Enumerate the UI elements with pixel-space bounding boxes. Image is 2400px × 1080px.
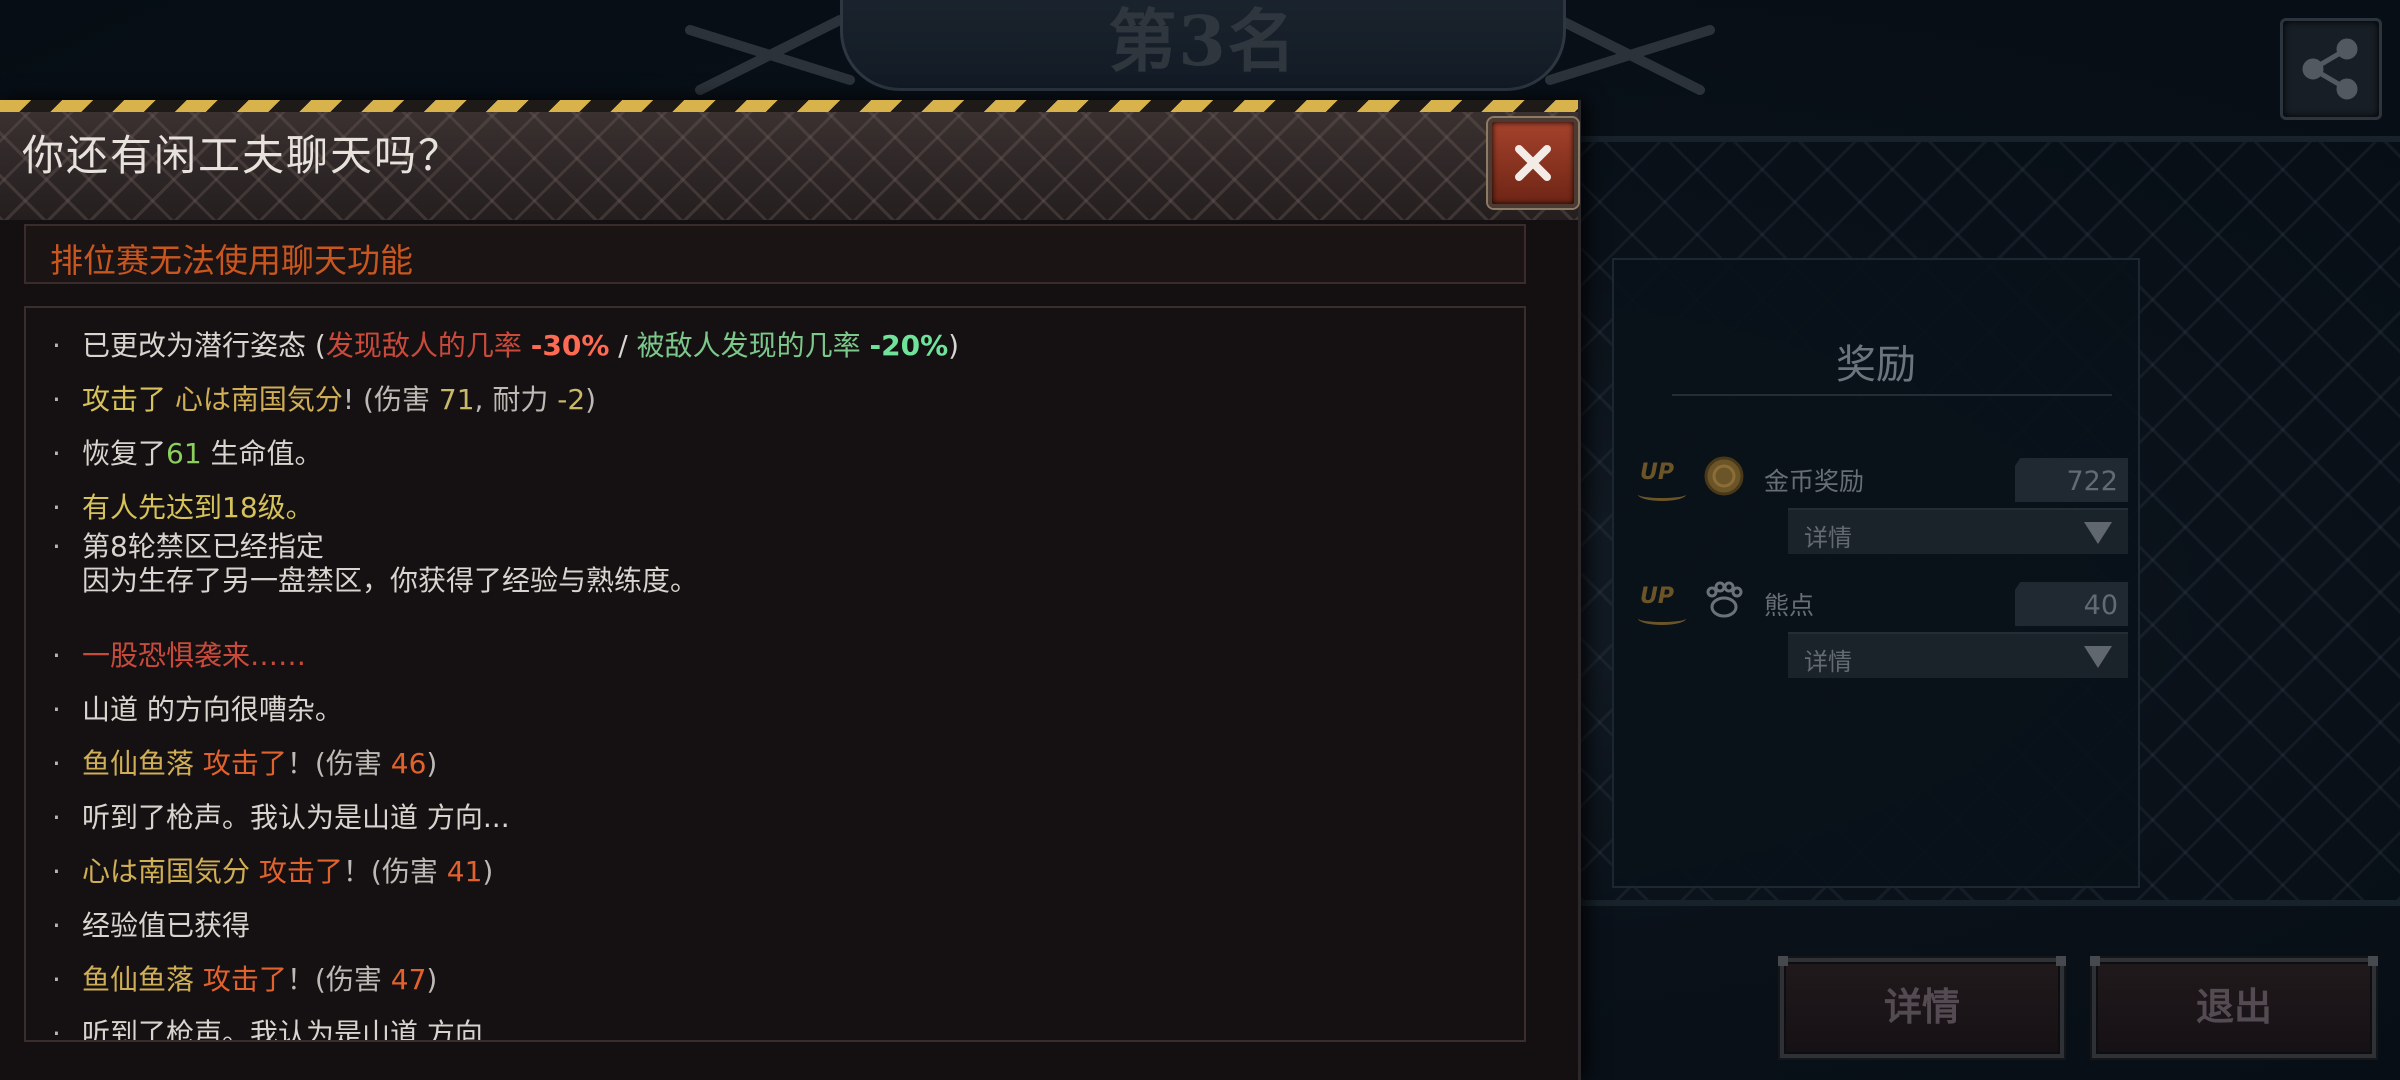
log-line: · 心は南国気分 攻击了！(伤害 41) [52,850,493,890]
log-segment: 因为生存了另一盘禁区，你获得了经验与熟练度。 [82,564,699,597]
log-segment: 71 [438,383,475,416]
bullet: · [52,963,61,996]
battle-log[interactable]: · 已更改为潜行姿态 (发现敌人的几率 -30% / 被敌人发现的几率 -20%)… [24,306,1526,1042]
log-line: · 一股恐惧袭来…… [52,634,306,674]
log-line: · 听到了枪声。我认为是山道 方向 [52,1012,483,1042]
bullet: · [52,909,61,942]
log-segment: ！(伤害 [342,855,447,888]
log-segment: ！(伤害 [286,963,391,996]
log-segment: ) [948,329,960,362]
log-segment: / [609,329,637,362]
log-segment: 47 [390,963,427,996]
notice-text: 排位赛无法使用聊天功能 [50,241,413,280]
log-segment: 听到了枪声。我认为是山道 方向... [82,801,510,834]
bullet: · [52,491,61,524]
log-segment: 鱼仙鱼落 [82,963,203,996]
log-line: · 有人先达到18级。 [52,486,314,526]
dialog-header: 你还有闲工夫聊天吗？ [0,112,1578,220]
log-segment: 心は南国気分 [82,855,259,888]
log-segment: ！(伤害 [286,747,391,780]
log-line: · 恢复了61 生命值。 [52,432,323,472]
log-segment: -30% [530,329,610,362]
bullet: · [52,437,61,470]
close-button[interactable] [1488,118,1578,208]
log-segment: 发现敌人的几率 [325,329,531,362]
bullet: · [52,329,61,362]
bullet: · [52,1017,61,1042]
log-segment: 心は南国気分 [174,383,343,416]
log-line: · 鱼仙鱼落 攻击了！(伤害 46) [52,742,437,782]
log-segment: 攻击了 [202,963,287,996]
log-line: · 第8轮禁区已经指定 因为生存了另一盘禁区，你获得了经验与熟练度。 [52,530,698,598]
log-segment: 鱼仙鱼落 [82,747,203,780]
log-segment: ) [585,383,597,416]
chat-disabled-notice: 排位赛无法使用聊天功能 [24,224,1526,284]
log-line: · 已更改为潜行姿态 (发现敌人的几率 -30% / 被敌人发现的几率 -20%) [52,324,959,364]
bullet: · [52,747,61,780]
log-segment: 一股恐惧袭来…… [82,639,307,672]
log-segment: 41 [446,855,483,888]
game-screen: 第3名 奖励 UP 金币奖励 722 详情 UP 熊点 40 详情 详情 退出 … [0,0,2400,1080]
log-segment: 听到了枪声。我认为是山道 方向 [82,1017,483,1042]
log-line: · 听到了枪声。我认为是山道 方向... [52,796,510,836]
bullet: · [52,530,61,563]
log-segment: 攻击了 [202,747,287,780]
close-icon [1515,145,1551,181]
chat-dialog: 你还有闲工夫聊天吗？ 排位赛无法使用聊天功能 · 已更改为潜行姿态 (发现敌人的几… [0,100,1581,1080]
bullet: · [52,801,61,834]
log-segment: 生命值。 [201,437,323,470]
log-segment: 攻击了 [258,855,343,888]
dialog-title: 你还有闲工夫聊天吗？ [22,131,463,180]
log-segment: 有人先达到18级。 [82,491,314,524]
log-line: · 攻击了 心は南国気分! (伤害 71, 耐力 -2) [52,378,596,418]
log-segment: ) [426,963,438,996]
log-segment: -20% [869,329,949,362]
log-line: · 鱼仙鱼落 攻击了！(伤害 47) [52,958,437,998]
log-segment: -2 [557,383,586,416]
log-segment: 攻击了 [82,383,175,416]
bullet: · [52,639,61,672]
log-segment: 山道 的方向很嘈杂。 [82,693,343,726]
log-segment: 经验值已获得 [82,909,251,942]
bullet: · [52,383,61,416]
log-line: · 经验值已获得 [52,904,250,944]
log-segment: 已更改为潜行姿态 ( [82,329,326,362]
bullet: · [52,693,61,726]
log-segment: 46 [390,747,427,780]
log-segment: 61 [166,437,202,470]
log-segment: ) [426,747,438,780]
log-segment: 恢复了 [82,437,167,470]
log-line: · 山道 的方向很嘈杂。 [52,688,343,728]
log-segment: ) [482,855,494,888]
log-segment: , 耐力 [474,383,558,416]
log-segment: 第8轮禁区已经指定 [82,530,324,563]
bullet: · [52,855,61,888]
log-segment: ! (伤害 [342,383,439,416]
log-segment: 被敌人发现的几率 [636,329,870,362]
